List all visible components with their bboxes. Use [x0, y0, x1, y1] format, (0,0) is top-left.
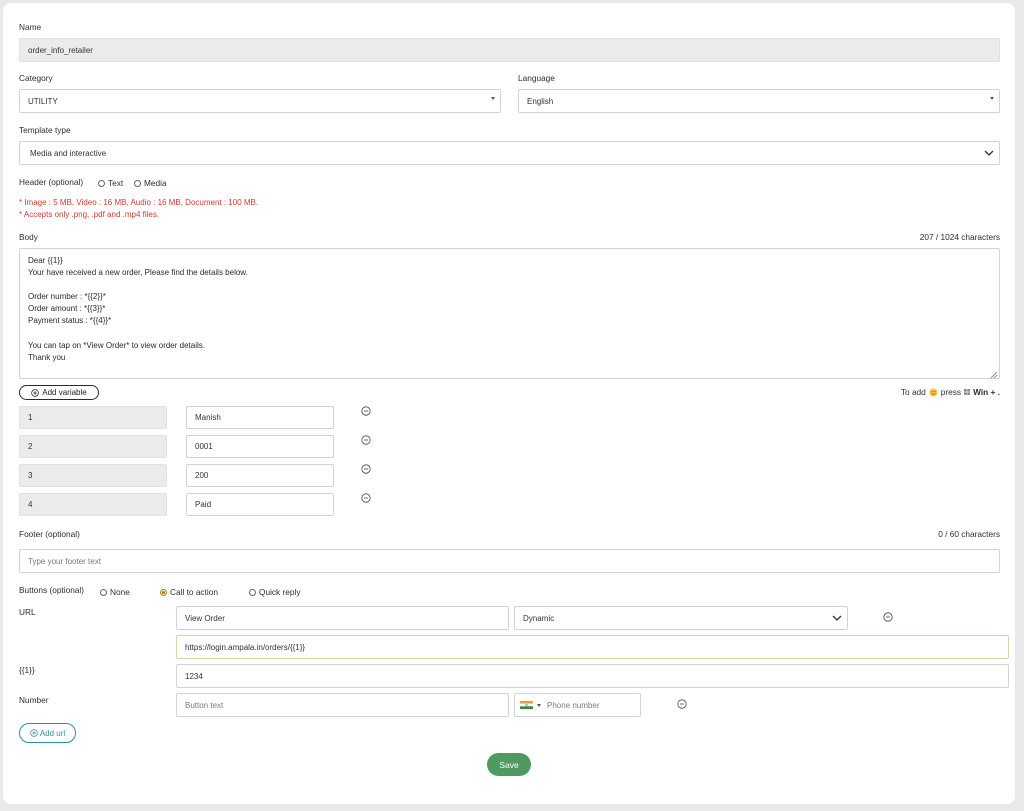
plus-circle-icon: [31, 388, 39, 397]
variable-key: 4: [19, 493, 167, 516]
add-url-button[interactable]: Add url: [19, 723, 76, 743]
variable-value-input[interactable]: 200: [186, 464, 334, 487]
windows-icon: [964, 389, 971, 395]
radio-icon: [249, 589, 256, 596]
minus-circle-icon[interactable]: [361, 464, 371, 474]
footer-char-counter: 0 / 60 characters: [938, 529, 1000, 539]
chevron-down-icon: [984, 150, 994, 156]
phone-number-field[interactable]: Phone number: [514, 693, 641, 717]
category-select[interactable]: UTILITY: [19, 89, 501, 113]
header-option-media[interactable]: Media: [134, 178, 167, 188]
number-label: Number: [19, 695, 49, 705]
minus-circle-icon[interactable]: [883, 612, 893, 622]
template-form-card: Name order_info_retailer Category UTILIT…: [3, 3, 1015, 804]
url-label: URL: [19, 607, 36, 617]
buttons-option-none[interactable]: None: [100, 587, 130, 597]
variable-value-input[interactable]: 0001: [186, 435, 334, 458]
template-type-value: Media and interactive: [30, 148, 107, 158]
number-button-text-input[interactable]: Button text: [176, 693, 509, 717]
radio-icon: [134, 180, 141, 187]
url-button-text-input[interactable]: View Order: [176, 606, 509, 630]
header-option-text[interactable]: Text: [98, 178, 123, 188]
emoji-hint: To add press Win + .: [900, 387, 1000, 397]
buttons-option-call-to-action[interactable]: Call to action: [160, 587, 218, 597]
header-size-warning: * Image : 5 MB, Video : 16 MB, Audio : 1…: [19, 198, 259, 207]
variable-key: 2: [19, 435, 167, 458]
header-format-warning: * Accepts only .png, .pdf and .mp4 files…: [19, 210, 160, 219]
body-textarea[interactable]: Dear {{1}} Your have received a new orde…: [19, 248, 1000, 379]
chevron-down-icon: [832, 615, 842, 621]
phone-number-placeholder: Phone number: [547, 700, 600, 710]
minus-circle-icon[interactable]: [677, 699, 687, 709]
variable-key: 1: [19, 406, 167, 429]
template-type-label: Template type: [19, 125, 71, 135]
url-variable-label: {{1}}: [19, 665, 35, 675]
emoji-icon: [929, 387, 938, 397]
caret-down-icon[interactable]: [537, 703, 541, 707]
resize-handle-icon[interactable]: [990, 371, 998, 379]
url-type-select[interactable]: Dynamic: [514, 606, 848, 630]
minus-circle-icon[interactable]: [361, 406, 371, 416]
variable-value-input[interactable]: Paid: [186, 493, 334, 516]
add-variable-button[interactable]: Add variable: [19, 385, 99, 400]
radio-selected-icon: [160, 589, 167, 596]
name-field: order_info_retailer: [19, 38, 1000, 62]
category-label: Category: [19, 73, 53, 83]
variable-key: 3: [19, 464, 167, 487]
buttons-option-quick-reply[interactable]: Quick reply: [249, 587, 301, 597]
minus-circle-icon[interactable]: [361, 493, 371, 503]
variable-value-input[interactable]: Manish: [186, 406, 334, 429]
radio-icon: [98, 180, 105, 187]
body-label: Body: [19, 232, 38, 242]
category-value: UTILITY: [28, 96, 58, 106]
india-flag-icon: [520, 701, 533, 709]
buttons-label: Buttons (optional): [19, 585, 85, 595]
radio-icon: [100, 589, 107, 596]
language-value: English: [527, 96, 554, 106]
footer-label: Footer (optional): [19, 529, 80, 539]
url-input[interactable]: https://login.ampala.in/orders/{{1}}: [176, 635, 1009, 659]
minus-circle-icon[interactable]: [361, 435, 371, 445]
footer-input[interactable]: Type your footer text: [19, 549, 1000, 573]
url-variable-input[interactable]: 1234: [176, 664, 1009, 688]
header-label: Header (optional): [19, 177, 84, 187]
body-char-counter: 207 / 1024 characters: [919, 232, 1000, 242]
name-label: Name: [19, 22, 42, 32]
language-label: Language: [518, 73, 555, 83]
url-type-value: Dynamic: [523, 613, 555, 623]
save-button[interactable]: Save: [487, 753, 531, 776]
template-type-select[interactable]: Media and interactive: [19, 141, 1000, 165]
caret-down-icon: [990, 97, 994, 100]
caret-down-icon: [491, 97, 495, 100]
language-select[interactable]: English: [518, 89, 1000, 113]
plus-circle-icon: [30, 729, 38, 737]
